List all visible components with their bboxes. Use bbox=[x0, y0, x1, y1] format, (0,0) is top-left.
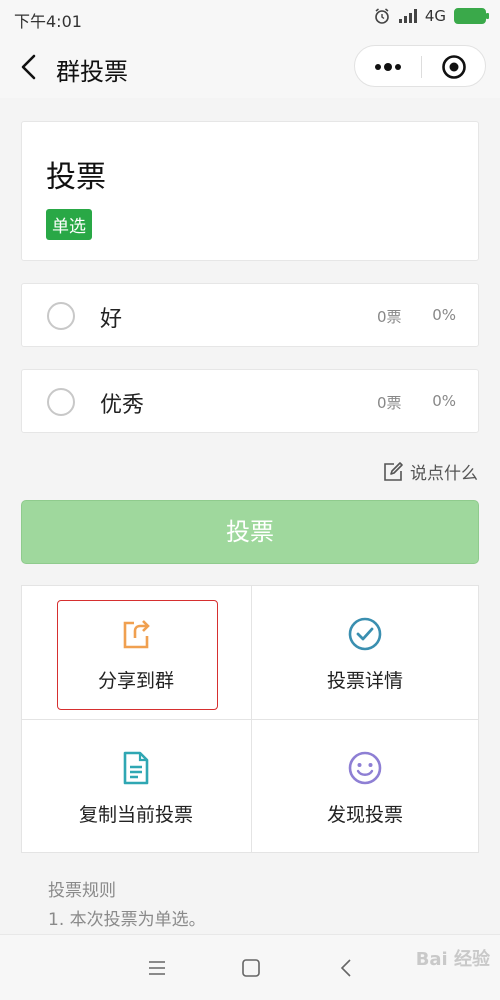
action-label: 复制当前投票 bbox=[78, 804, 193, 826]
document-icon bbox=[123, 751, 149, 785]
comment-label: 说点什么 bbox=[410, 464, 478, 484]
option-percent: 0% bbox=[432, 306, 456, 324]
network-label: 4G bbox=[424, 7, 446, 25]
discover-polls-button[interactable]: 发现投票 bbox=[251, 720, 479, 853]
share-to-group-button[interactable]: 分享到群 bbox=[22, 586, 250, 719]
home-icon[interactable] bbox=[240, 957, 262, 979]
watermark: Bai 经验 bbox=[415, 949, 490, 970]
rules-item: 1. 本次投票为单选。 bbox=[48, 910, 206, 930]
share-icon bbox=[123, 620, 150, 649]
comment-link[interactable]: 说点什么 bbox=[382, 459, 478, 484]
alarm-icon bbox=[375, 8, 389, 24]
close-target-icon[interactable] bbox=[441, 54, 467, 80]
poll-title: 投票 bbox=[46, 160, 106, 195]
option-votes: 0票 bbox=[377, 394, 402, 412]
copy-poll-button[interactable]: 复制当前投票 bbox=[22, 720, 250, 853]
status-bar: 下午4:01 4G bbox=[0, 0, 500, 36]
rules-title: 投票规则 bbox=[48, 881, 116, 901]
signal-icon bbox=[398, 9, 417, 23]
option-percent: 0% bbox=[432, 392, 456, 410]
radio-button[interactable] bbox=[47, 302, 75, 330]
status-icons: 4G bbox=[373, 7, 489, 25]
page-title: 群投票 bbox=[56, 58, 128, 86]
action-label: 发现投票 bbox=[326, 804, 403, 826]
option-item[interactable]: 好 0票 0% bbox=[21, 283, 479, 347]
action-label: 投票详情 bbox=[326, 670, 403, 692]
back-icon[interactable] bbox=[336, 957, 358, 979]
check-circle-icon bbox=[348, 617, 382, 651]
battery-icon bbox=[454, 8, 489, 24]
poll-title-card: 投票 单选 bbox=[21, 121, 479, 261]
option-label: 优秀 bbox=[100, 393, 145, 418]
vote-details-button[interactable]: 投票详情 bbox=[251, 586, 479, 719]
edit-icon bbox=[384, 461, 403, 481]
radio-button[interactable] bbox=[47, 388, 75, 416]
poll-type-badge: 单选 bbox=[46, 209, 92, 240]
capsule-divider bbox=[421, 56, 422, 78]
option-item[interactable]: 优秀 0票 0% bbox=[21, 369, 479, 433]
status-time: 下午4:01 bbox=[14, 12, 82, 31]
more-icon[interactable] bbox=[371, 54, 405, 80]
back-arrow-icon[interactable] bbox=[16, 52, 42, 82]
action-label: 分享到群 bbox=[97, 670, 174, 692]
option-label: 好 bbox=[100, 307, 123, 332]
smile-icon bbox=[348, 751, 382, 785]
mini-program-capsule bbox=[354, 45, 486, 87]
option-votes: 0票 bbox=[377, 308, 402, 326]
nav-bar: 群投票 bbox=[0, 36, 500, 98]
menu-icon[interactable] bbox=[146, 957, 168, 979]
vote-button[interactable]: 投票 bbox=[21, 500, 479, 564]
action-grid: 分享到群 投票详情 复制当前投票 发现投票 bbox=[21, 585, 479, 853]
